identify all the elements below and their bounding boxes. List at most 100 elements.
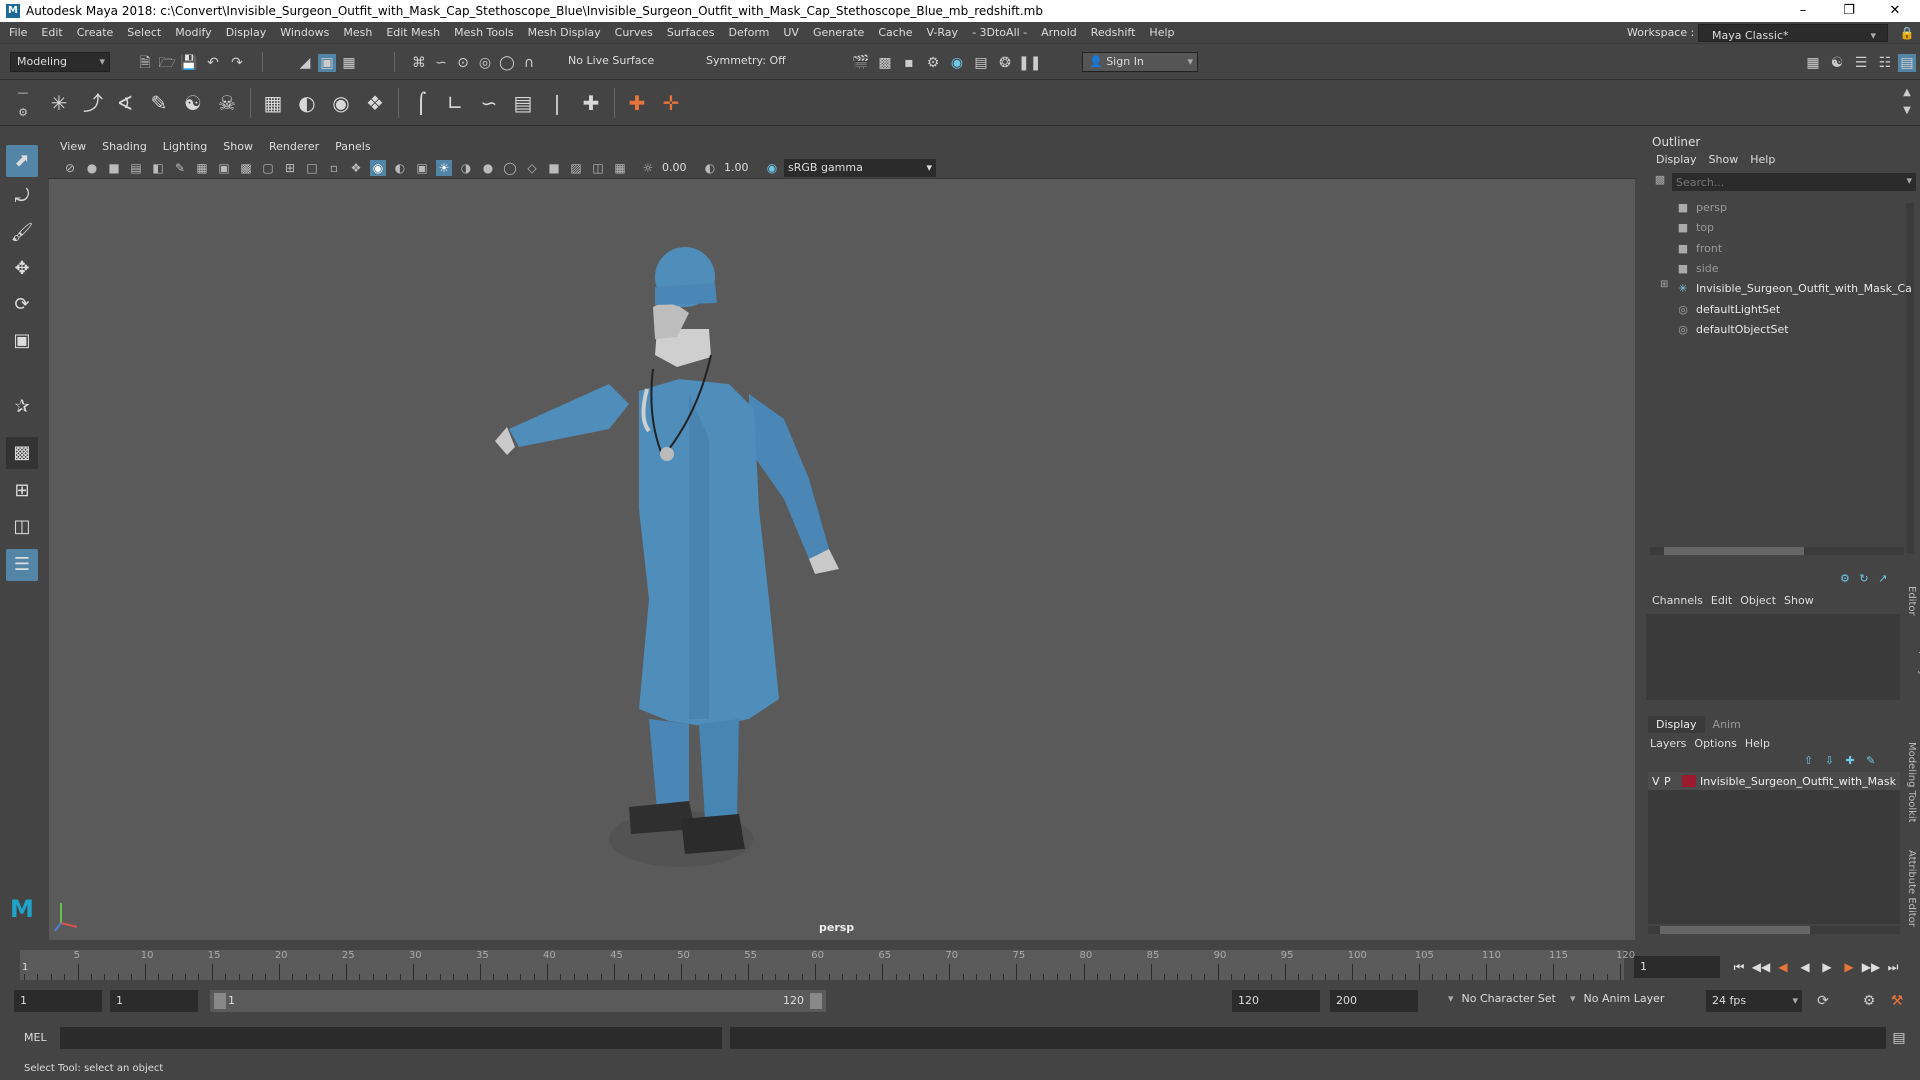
animation-end-field[interactable]: 200 [1330,990,1418,1012]
xray-joints-icon[interactable]: ▦ [612,160,628,176]
channel-box-icon[interactable]: ▤ [1898,54,1916,72]
viewport-menu-view[interactable]: View [52,137,94,157]
snap-magnet-icon[interactable]: ∩ [520,54,538,72]
command-language-label[interactable]: MEL [24,1031,47,1044]
menu-help[interactable]: Help [1142,22,1181,44]
side-tab-channel-box[interactable]: Channel Box / Layer Editor [1906,586,1920,716]
lasso-tool-icon[interactable]: ⤾ [6,181,38,213]
loop-icon[interactable]: ⟳ [1814,992,1832,1010]
bookmark-icon[interactable]: ■ [106,160,122,176]
channel-key-icon[interactable]: ⚙ [1840,572,1850,585]
exposure-icon[interactable]: ☼ [640,160,656,176]
expand-icon[interactable]: ⊞ [1660,280,1672,292]
lattice-icon[interactable]: ▦ [258,88,288,118]
joint-tool-icon[interactable]: ∟ [440,88,470,118]
step-forward-key-icon[interactable]: ▶▶ [1860,960,1882,974]
gamma-field[interactable]: 1.00 [720,159,760,177]
symmetry-select[interactable]: Symmetry: Off [700,52,812,72]
hypershade-icon[interactable]: ◉ [948,54,966,72]
channel-menu-channels[interactable]: Channels [1652,594,1711,607]
cluster-icon[interactable]: ❖ [360,88,390,118]
outliner-item[interactable]: ◎ defaultLightSet [1676,301,1780,319]
current-frame-field[interactable]: 1 [1634,956,1720,978]
layer-menu-options[interactable]: Options [1694,737,1744,750]
snap-curve-icon[interactable]: ∽ [432,54,450,72]
humanik-icon[interactable]: ☠ [212,88,242,118]
shelf-scroll-up-icon[interactable]: ▲ [1898,84,1916,102]
outliner-item[interactable]: ✳ Invisible_Surgeon_Outfit_with_Mask_Ca [1676,280,1912,298]
outliner-menu-show[interactable]: Show [1703,153,1745,166]
menu-uv[interactable]: UV [776,22,806,44]
go-to-start-icon[interactable]: ⏮ [1728,960,1750,975]
xray-icon[interactable]: ◫ [590,160,606,176]
safe-title-icon[interactable]: ▫ [326,160,342,176]
redo-icon[interactable]: ↷ [228,54,246,72]
skeleton-icon[interactable]: ☯ [178,88,208,118]
snap-view-icon[interactable]: ◎ [476,54,494,72]
menu-create[interactable]: Create [70,22,121,44]
channel-menu-show[interactable]: Show [1784,594,1822,607]
auto-key-icon[interactable]: ⚙ [1860,992,1878,1010]
menu-generate[interactable]: Generate [806,22,871,44]
two-d-pan-icon[interactable]: ◧ [150,160,166,176]
screen-space-ao-icon[interactable]: ● [480,160,496,176]
move-tool-icon[interactable]: ✥ [6,253,38,285]
smooth-shade-icon[interactable]: ◉ [370,160,386,176]
snap-point-icon[interactable]: ⊙ [454,54,472,72]
range-slider-bar[interactable]: 1 120 [210,990,826,1012]
step-back-key-icon[interactable]: ◀◀ [1750,960,1772,974]
minimize-button[interactable]: – [1780,0,1826,22]
layer-visibility-toggle[interactable]: V [1652,775,1664,788]
motion-blur-icon[interactable]: ◯ [502,160,518,176]
lock-camera-icon[interactable]: ● [84,160,100,176]
layer-scroll-thumb[interactable] [1660,926,1810,934]
color-management-icon[interactable]: ◉ [764,160,780,176]
scale-tool-icon[interactable]: ▣ [6,325,38,357]
outliner-scroll-thumb[interactable] [1664,547,1804,555]
shelf-scroll-down-icon[interactable]: ▼ [1898,102,1916,120]
select-tool-icon[interactable]: ⬈ [6,145,38,177]
outliner-vertical-scrollbar[interactable] [1906,203,1914,553]
filter-icon[interactable]: ▩ [1650,173,1670,191]
layer-menu-help[interactable]: Help [1745,737,1778,750]
aim-constraint-icon[interactable]: ✛ [656,88,686,118]
menu-file[interactable]: File [2,22,34,44]
menu-v-ray[interactable]: V-Ray [920,22,966,44]
two-view-layout-icon[interactable]: ◫ [6,511,38,543]
show-manipulator-icon[interactable]: ✰ [6,391,38,423]
gate-mask-icon[interactable]: ▢ [260,160,276,176]
resolution-gate-icon[interactable]: ▩ [238,160,254,176]
safe-action-icon[interactable]: □ [304,160,320,176]
snap-surface-icon[interactable]: ◯ [498,54,516,72]
textured-icon[interactable]: ▣ [414,160,430,176]
ik-spline-icon[interactable]: ∽ [474,88,504,118]
step-back-frame-icon[interactable]: ◀ [1772,960,1794,974]
outliner-item[interactable]: ◎ defaultObjectSet [1676,321,1788,339]
single-perspective-layout-icon[interactable]: ▩ [6,437,38,469]
menu-display[interactable]: Display [219,22,274,44]
menu-edit[interactable]: Edit [34,22,69,44]
locator-icon[interactable]: ✚ [622,88,652,118]
pause-icon[interactable]: ❚❚ [1018,54,1041,72]
isolate-select-icon[interactable]: ▨ [568,160,584,176]
move-layer-up-icon[interactable]: ⇧ [1804,754,1813,767]
image-plane-icon[interactable]: ▤ [128,160,144,176]
menu-redshift[interactable]: Redshift [1084,22,1143,44]
render-settings-icon[interactable]: ⚙ [924,54,942,72]
viewport-canvas[interactable]: persp [49,179,1635,940]
outliner-item[interactable]: ■ top [1676,219,1714,237]
outliner-item[interactable]: ■ front [1676,240,1722,258]
menu-edit-mesh[interactable]: Edit Mesh [379,22,447,44]
select-object-icon[interactable]: ▣ [318,54,336,72]
view-transform-select[interactable]: sRGB gamma ▾ [784,159,936,177]
character-set-select[interactable]: ▾ No Character Set [1448,992,1556,1005]
new-scene-icon[interactable]: 🗎 [136,54,154,72]
channel-menu-object[interactable]: Object [1740,594,1784,607]
render-view-icon[interactable]: 🎬 [852,54,870,72]
grease-pencil-icon[interactable]: ✎ [172,160,188,176]
pencil-curve-icon[interactable]: ✎ [144,88,174,118]
grid-icon[interactable]: ▦ [194,160,210,176]
use-all-lights-icon[interactable]: ☀ [436,160,452,176]
bezier-curve-icon[interactable]: ∢ [110,88,140,118]
ik-handle-icon[interactable]: ⌠ [406,88,436,118]
